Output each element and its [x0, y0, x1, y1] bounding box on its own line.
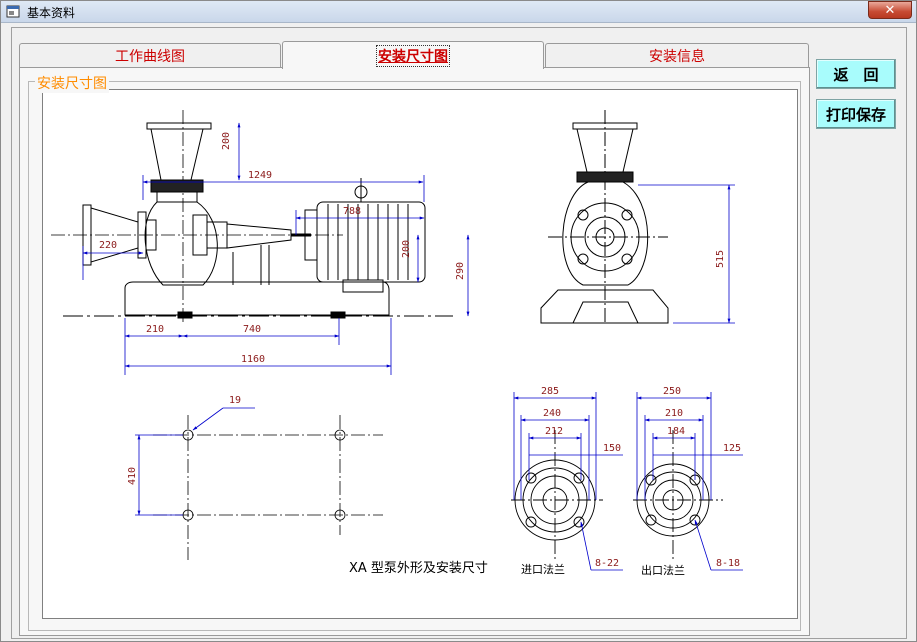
- inlet-flange-label: 进口法兰: [521, 562, 565, 576]
- dim-side-height: 515: [715, 250, 726, 268]
- tab-panel: 安装尺寸图 1249 788 220 200 200 290 210 740 1…: [19, 67, 810, 636]
- dim-base-left: 210: [146, 324, 164, 335]
- title-bar: 基本资料 ✕: [1, 1, 916, 23]
- close-icon: ✕: [884, 2, 896, 18]
- dim-motor-height: 200: [401, 240, 412, 258]
- outlet-flange-label: 出口法兰: [641, 563, 685, 577]
- main-window: 基本资料 ✕ 工作曲线图 安装尺寸图 安装信息 安装尺寸图 1249 788 2…: [0, 0, 917, 642]
- bolt-plan: [153, 415, 383, 560]
- group-label: 安装尺寸图: [35, 73, 109, 93]
- tab-work-curve[interactable]: 工作曲线图: [19, 43, 281, 68]
- tab-label: 工作曲线图: [115, 49, 185, 65]
- bolt-dimensions: [135, 407, 255, 516]
- dim-inlet-extension: 220: [99, 240, 117, 251]
- dim-inlet-d1: 285: [541, 386, 559, 397]
- dim-outlet-dn: 125: [723, 443, 741, 454]
- dim-inlet-d3: 212: [545, 426, 563, 437]
- installation-drawing: 1249 788 220 200 200 290 210 740 1160 19…: [42, 89, 798, 619]
- dim-base-total: 1160: [241, 354, 265, 365]
- print-save-button[interactable]: 打印保存: [816, 99, 896, 129]
- tab-install-dimensions[interactable]: 安装尺寸图: [282, 41, 544, 69]
- tab-install-info[interactable]: 安装信息: [545, 43, 809, 68]
- tab-label: 安装信息: [649, 49, 705, 65]
- outlet-flange: [633, 430, 723, 560]
- app-icon: [6, 5, 20, 18]
- close-button[interactable]: ✕: [868, 1, 912, 19]
- dim-inlet-holes: 8-22: [595, 558, 619, 569]
- dim-inlet-dn: 150: [603, 443, 621, 454]
- side-elevation: [51, 110, 453, 325]
- dim-center-height: 290: [455, 262, 466, 280]
- dim-motor-length: 788: [343, 206, 361, 217]
- client-area: 工作曲线图 安装尺寸图 安装信息 安装尺寸图 1249 788 220 200 …: [11, 27, 907, 639]
- dim-outlet-d3: 184: [667, 426, 685, 437]
- drawing-caption: XA 型泵外形及安装尺寸: [349, 561, 488, 576]
- dim-bolt-spacing: 410: [127, 467, 138, 485]
- end-elevation: [540, 110, 669, 325]
- back-button[interactable]: 返 回: [816, 59, 896, 89]
- inlet-dimensions: [513, 392, 623, 571]
- window-title: 基本资料: [27, 6, 76, 20]
- dim-outlet-holes: 8-18: [716, 558, 740, 569]
- drawing-svg: 1249 788 220 200 200 290 210 740 1160 19…: [51, 110, 743, 577]
- dim-outlet-d1: 250: [663, 386, 681, 397]
- dim-base-mid: 740: [243, 324, 261, 335]
- tab-label: 安装尺寸图: [376, 44, 450, 67]
- dim-overall-length: 1249: [248, 170, 272, 181]
- dim-outlet-d2: 210: [665, 408, 683, 419]
- dim-inlet-d2: 240: [543, 408, 561, 419]
- dim-top-height: 200: [221, 132, 232, 150]
- dim-bolt-dia: 19: [229, 395, 241, 406]
